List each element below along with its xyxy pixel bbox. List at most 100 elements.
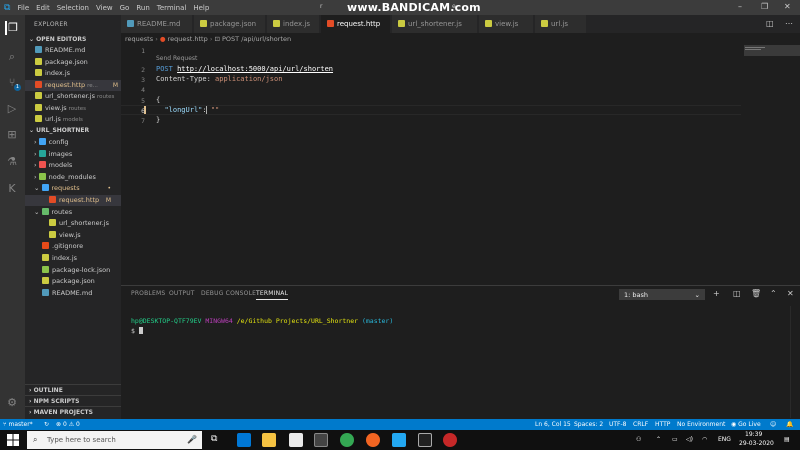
tree-file-item[interactable]: package-lock.json [25,265,121,276]
file-explorer-icon[interactable] [262,433,276,447]
run-debug-icon[interactable]: ▷ [5,102,19,116]
feedback-icon[interactable]: ☺ [770,419,776,430]
tab-url-shortener-js[interactable]: url_shortener.js [392,15,478,33]
breadcrumb-file[interactable]: request.http [168,35,208,43]
chrome-icon[interactable] [340,433,354,447]
split-editor-icon[interactable]: ◫ [766,19,774,28]
people-icon[interactable]: ⚇ [636,436,641,443]
extensions-icon[interactable]: ⊞ [5,128,19,142]
tree-file-item[interactable]: url_shortener.js [25,218,121,229]
breadcrumb-folder[interactable]: requests [125,35,153,43]
terminal-taskbar-icon[interactable] [418,433,432,447]
search-icon[interactable]: ⌕ [5,50,19,64]
edge-icon[interactable] [237,433,251,447]
open-editors-section[interactable]: ⌄ OPEN EDITORS [25,34,121,45]
go-live-button[interactable]: ◉ Go Live [731,419,761,430]
tab-index-js[interactable]: index.js [267,15,320,33]
notifications-icon[interactable]: ▤ [784,436,790,443]
maximize-panel-icon[interactable]: ⌃ [770,289,777,298]
tree-folder-item[interactable]: › node_modules [25,172,121,183]
npm-scripts-section[interactable]: › NPM SCRIPTS [25,395,121,406]
menu-view[interactable]: View [96,4,113,12]
menu-go[interactable]: Go [120,4,130,12]
windows-start-icon[interactable] [7,434,19,446]
testing-icon[interactable]: ⚗ [5,155,19,169]
tab-url-js[interactable]: url.js [535,15,587,33]
clock-date[interactable]: 29-03-2020 [739,440,774,447]
new-terminal-icon[interactable]: + [713,289,720,298]
tab-problems[interactable]: PROBLEMS [131,290,165,297]
encoding[interactable]: UTF-8 [609,419,627,430]
maximize-button[interactable]: ❐ [761,2,768,11]
kubernetes-icon[interactable]: K [5,182,19,196]
menu-terminal[interactable]: Terminal [157,4,187,12]
problems-status[interactable]: ⊗ 0 ⚠ 0 [56,419,80,430]
trash-icon[interactable]: 🗑 [751,289,761,298]
tab-request-http[interactable]: request.http [321,15,391,33]
minimap[interactable] [742,45,800,105]
tab-package-json[interactable]: package.json [194,15,266,33]
store-icon[interactable] [314,433,328,447]
open-editor-item[interactable]: url.js models [25,114,121,125]
split-terminal-icon[interactable]: ◫ [733,289,741,298]
close-panel-icon[interactable]: ✕ [787,289,794,298]
terminal-select[interactable]: 1: bash ⌄ [619,289,705,300]
tab-readme-md[interactable]: README.md [121,15,193,33]
tab-terminal[interactable]: TERMINAL [256,290,289,300]
volume-icon[interactable]: ◁) [686,436,693,443]
request-url[interactable]: http://localhost:5000/api/url/shorten [177,65,333,73]
microphone-icon[interactable]: 🎤 [187,431,197,449]
menu-help[interactable]: Help [193,4,209,12]
minimize-button[interactable]: – [738,2,742,11]
menu-selection[interactable]: Selection [57,4,89,12]
tree-file-item[interactable]: index.js [25,253,121,264]
tree-folder-item[interactable]: ⌄ requests • [25,183,121,194]
tree-file-item[interactable]: view.js [25,230,121,241]
open-editor-item[interactable]: README.md [25,45,121,56]
input-language[interactable]: ENG [718,436,731,443]
open-editor-item[interactable]: index.js [25,68,121,79]
tab-debug-console[interactable]: DEBUG CONSOLE [201,290,256,297]
open-editor-item[interactable]: request.http re... M [25,79,121,91]
language-mode[interactable]: HTTP [655,419,670,430]
branch-status[interactable]: ⑂ master* [3,419,33,430]
postman-icon[interactable] [366,433,380,447]
indentation[interactable]: Spaces: 2 [574,419,603,430]
project-section[interactable]: ⌄ URL_SHORTNER [25,125,121,136]
close-button[interactable]: ✕ [784,2,791,11]
more-actions-icon[interactable]: … [785,17,793,26]
open-editor-item[interactable]: package.json [25,57,121,68]
tab-output[interactable]: OUTPUT [169,290,195,297]
clock-time[interactable]: 19:39 [745,431,762,438]
tree-folder-item[interactable]: › models [25,160,121,171]
terminal-input-line[interactable]: $ [131,327,143,335]
tray-chevron-up-icon[interactable]: ⌃ [656,436,661,443]
vscode-taskbar-icon[interactable] [392,433,406,447]
code-editor[interactable]: 1 Send Request 2 POST http://localhost:5… [121,45,800,285]
menu-run[interactable]: Run [136,4,149,12]
menu-edit[interactable]: Edit [36,4,50,12]
tree-folder-item[interactable]: ⌄ routes [25,207,121,218]
tree-folder-item[interactable]: › config [25,137,121,148]
line-endings[interactable]: CRLF [633,419,648,430]
taskbar-search-input[interactable]: ⌕ Type here to search 🎤 [27,431,202,449]
bell-icon[interactable]: 🔔 [786,419,793,430]
bandicam-taskbar-icon[interactable] [443,433,457,447]
tree-file-item[interactable]: .gitignore [25,241,121,252]
open-editor-item[interactable]: url_shortener.js routes [25,91,121,102]
network-icon[interactable]: ▭ [672,436,678,443]
tree-folder-item[interactable]: › images [25,149,121,160]
send-request-codelens[interactable]: Send Request [156,55,197,62]
cursor-position[interactable]: Ln 6, Col 15 [535,419,571,430]
task-view-icon[interactable]: ⧉ [211,434,217,444]
explorer-icon[interactable]: ❐ [5,21,19,35]
rest-environment[interactable]: No Environment [677,419,725,430]
gear-icon[interactable]: ⚙ [5,396,19,410]
mail-icon[interactable] [289,433,303,447]
sync-icon[interactable]: ↻ [44,419,49,430]
wifi-icon[interactable]: ◠ [702,436,707,443]
tree-file-item[interactable]: README.md [25,288,121,299]
terminal-scrollbar[interactable] [790,306,796,418]
tree-file-item[interactable]: package.json [25,276,121,287]
breadcrumb-request[interactable]: POST /api/url/shorten [222,35,291,43]
